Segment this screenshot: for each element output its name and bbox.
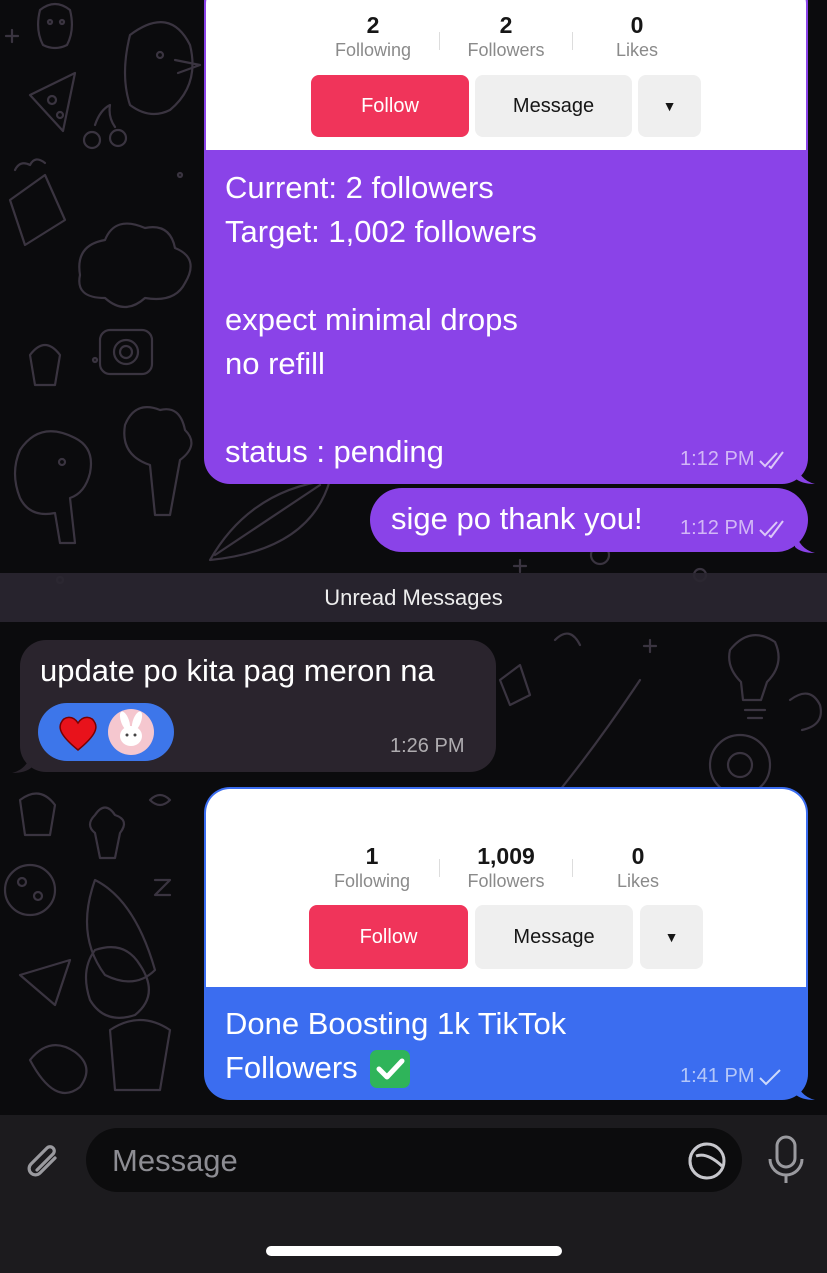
stat-divider xyxy=(439,32,440,50)
dropdown-button: ▼ xyxy=(638,75,701,137)
followers-stat: 2 Followers xyxy=(467,12,545,60)
double-check-icon xyxy=(759,519,785,538)
message-time: 1:26 PM xyxy=(390,735,465,757)
dropdown-button: ▼ xyxy=(640,905,703,969)
unread-messages-divider: Unread Messages xyxy=(0,573,827,622)
check-mark-emoji-icon xyxy=(370,1050,410,1088)
following-stat: 2 Following xyxy=(334,12,412,60)
likes-stat: 0 Likes xyxy=(615,12,659,60)
stat-divider xyxy=(572,859,573,877)
likes-stat: 0 Likes xyxy=(616,843,660,891)
tiktok-profile-screenshot-after: 1 Following 1,009 Followers 0 Likes Foll… xyxy=(206,789,806,987)
stat-divider xyxy=(439,859,440,877)
heart-icon xyxy=(59,716,97,751)
home-indicator[interactable] xyxy=(266,1246,562,1256)
sticker-icon[interactable] xyxy=(686,1140,728,1182)
microphone-icon[interactable] xyxy=(764,1133,808,1189)
single-check-icon xyxy=(759,1068,782,1085)
thanks-text: sige po thank you! xyxy=(391,501,643,536)
double-check-icon xyxy=(759,450,785,469)
bubble-tail xyxy=(12,751,32,773)
following-stat: 1 Following xyxy=(333,843,411,891)
message-reactions[interactable] xyxy=(38,703,174,761)
message-button: Message xyxy=(475,905,633,969)
bubble-tail xyxy=(795,462,815,484)
message-button: Message xyxy=(475,75,632,137)
paperclip-icon[interactable] xyxy=(20,1138,66,1184)
message-input[interactable] xyxy=(110,1138,674,1184)
bunny-avatar-icon xyxy=(108,709,154,755)
follow-button: Follow xyxy=(311,75,469,137)
order-status-text: Current: 2 followers Target: 1,002 follo… xyxy=(225,170,537,469)
message-time: 1:41 PM xyxy=(680,1065,782,1088)
tiktok-profile-screenshot-before: 2 Following 2 Followers 0 Likes Follow M… xyxy=(206,0,806,150)
incoming-text: update po kita pag meron na xyxy=(40,653,435,688)
message-time: 1:12 PM xyxy=(680,448,788,471)
message-time: 1:12 PM xyxy=(680,517,788,540)
bubble-tail xyxy=(795,1078,815,1100)
follow-button: Follow xyxy=(309,905,468,969)
message-input-pill xyxy=(86,1128,742,1192)
bubble-tail xyxy=(795,531,815,553)
stat-divider xyxy=(572,32,573,50)
followers-stat: 1,009 Followers xyxy=(467,843,545,891)
